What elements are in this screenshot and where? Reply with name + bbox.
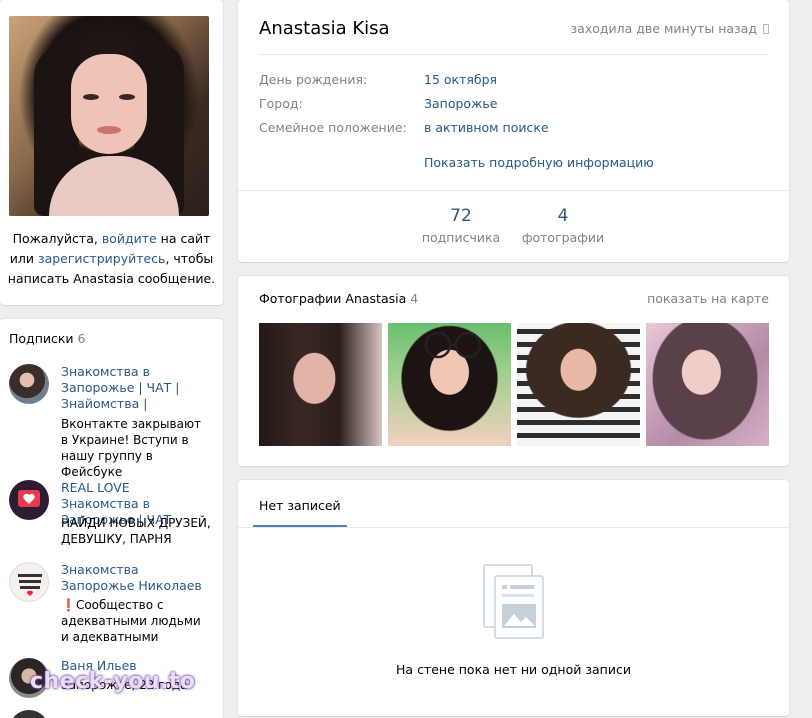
avatar-card: Пожалуйста, войдите на сайт или зарегист… [0, 0, 223, 305]
photo-thumbnail[interactable] [259, 323, 382, 446]
photos-header[interactable]: Фотографии Anastasia 4 [259, 291, 418, 306]
empty-wall-icon [483, 564, 544, 639]
text-logo-icon [18, 574, 42, 596]
subscription-avatar[interactable] [9, 480, 49, 520]
mobile-icon [763, 24, 769, 34]
last-seen-status: заходила две минуты назад [571, 21, 769, 36]
relationship-label: Семейное положение: [259, 120, 407, 135]
photo-thumbnail[interactable] [388, 323, 511, 446]
profile-photo[interactable] [9, 16, 209, 216]
photos-label: фотографии [521, 230, 605, 245]
show-more-link[interactable]: Показать подробную информацию [424, 155, 654, 170]
register-link[interactable]: зарегистрируйтесь [38, 251, 166, 266]
subscriptions-count: 6 [77, 331, 86, 346]
heart-icon [18, 490, 40, 507]
photos-card: Фотографии Anastasia 4 показать на карте [238, 276, 789, 466]
photos-stat[interactable]: 4 фотографии [521, 206, 605, 245]
city-label: Город: [259, 96, 303, 111]
relationship-value[interactable]: в активном поиске [424, 120, 549, 135]
photos-count: 4 [557, 206, 569, 226]
subscription-name[interactable]: Знакомства Запорожье Николаев [61, 562, 211, 594]
photo-thumbnail[interactable] [517, 323, 640, 446]
divider [238, 527, 789, 528]
watermark: check-you.to [30, 669, 196, 694]
photos-header-count: 4 [410, 291, 419, 306]
message-prompt: Пожалуйста, войдите на сайт или зарегист… [7, 231, 216, 286]
show-on-map-link[interactable]: показать на карте [647, 291, 769, 306]
photo-thumbnail[interactable] [646, 323, 769, 446]
subscription-description: Вконтакте закрывают в Украине! Вступи в … [61, 417, 202, 479]
subscriptions-header[interactable]: Подписки 6 [9, 331, 86, 346]
birthday-value[interactable]: 15 октября [424, 72, 497, 87]
birthday-label: День рождения: [259, 72, 368, 87]
empty-wall-message: На стене пока нет ни одной записи [396, 662, 631, 677]
subscription-description: НАЙДИ НОВЫХ ДРУЗЕЙ, ДЕВУШКУ, ПАРНЯ [61, 516, 211, 546]
subscription-name[interactable]: Знакомства в Запорожье | ЧАТ | Знайомств… [61, 364, 211, 412]
wall-card: Нет записей На стене пока нет ни одной з… [238, 480, 789, 716]
subscription-avatar[interactable] [9, 364, 49, 404]
profile-name: Anastasia Kisa [259, 18, 390, 39]
tab-no-posts[interactable]: Нет записей [253, 480, 347, 527]
profile-card: Anastasia Kisa заходила две минуты назад… [238, 0, 789, 262]
city-value[interactable]: Запорожье [424, 96, 497, 111]
divider [238, 190, 789, 191]
followers-label: подписчика [421, 230, 501, 245]
divider [259, 54, 769, 55]
login-link[interactable]: войдите [102, 231, 157, 246]
followers-count: 72 [450, 206, 472, 226]
subscription-description: ❗Сообщество с адекватными людьми и адекв… [61, 598, 201, 644]
subscription-avatar[interactable] [9, 562, 49, 602]
followers-stat[interactable]: 72 подписчика [419, 206, 503, 245]
